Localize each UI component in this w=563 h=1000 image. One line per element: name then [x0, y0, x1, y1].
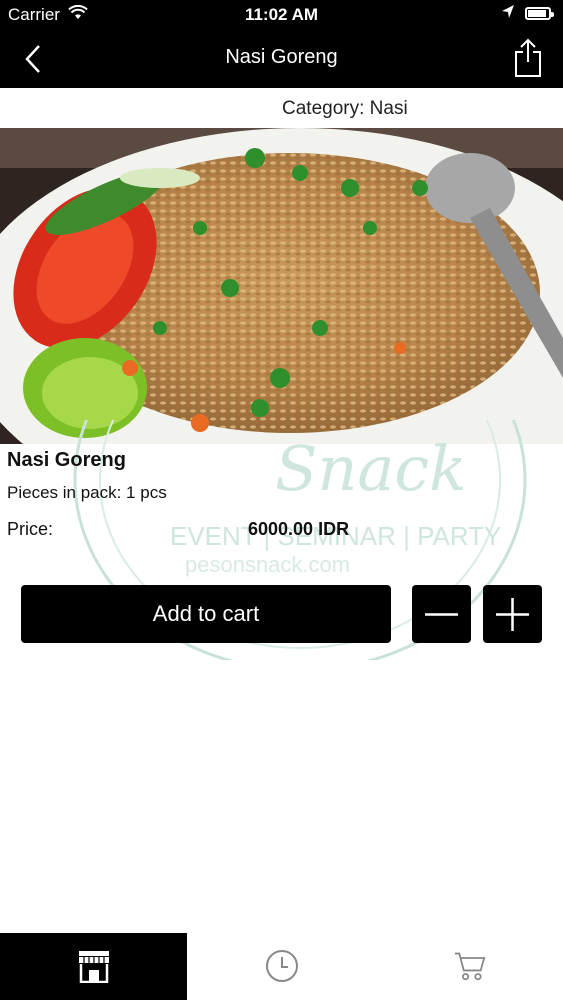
increase-quantity-button[interactable]: [483, 585, 542, 643]
product-name: Nasi Goreng: [7, 449, 126, 471]
store-icon: [79, 951, 109, 983]
pieces-in-pack: Pieces in pack: 1 pcs: [7, 483, 167, 502]
cart-icon: [454, 952, 486, 981]
page-title: Nasi Goreng: [225, 46, 338, 68]
minus-icon: [425, 613, 458, 616]
tab-cart[interactable]: [376, 933, 563, 1000]
status-time: 11:02 AM: [244, 5, 319, 24]
location-arrow-icon: [501, 4, 515, 25]
battery-icon: [525, 7, 554, 20]
price-label: Price:: [7, 519, 54, 539]
product-image: [0, 128, 563, 444]
plus-icon: [496, 598, 529, 631]
add-to-cart-button[interactable]: Add to cart: [21, 585, 391, 643]
svg-text:pesonsnack.com: pesonsnack.com: [185, 552, 350, 577]
tab-history[interactable]: [188, 933, 375, 1000]
share-icon[interactable]: [511, 38, 545, 78]
nav-bar: Nasi Goreng: [0, 30, 563, 88]
decrease-quantity-button[interactable]: [412, 585, 471, 643]
tab-store[interactable]: [0, 933, 187, 1000]
category-label: Category: Nasi: [282, 98, 408, 119]
status-bar: Carrier 11:02 AM: [0, 0, 563, 30]
tab-bar: [0, 933, 563, 1000]
price-value: 6000.00 IDR: [248, 519, 350, 539]
clock-icon: [266, 950, 298, 982]
category-row: Category: Nasi: [0, 88, 563, 128]
